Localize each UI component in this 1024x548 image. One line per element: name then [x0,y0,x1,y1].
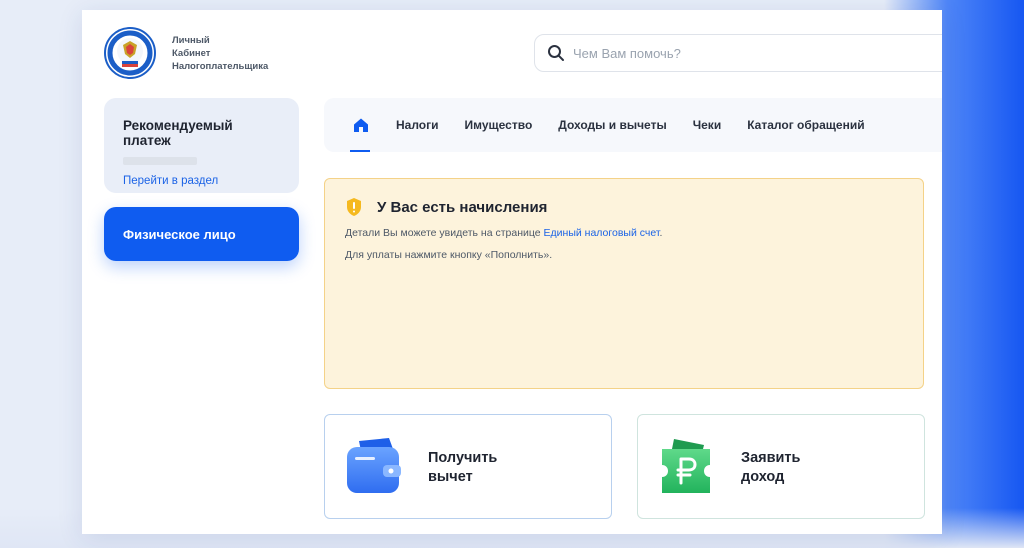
get-deduction-card[interactable]: Получить вычет [324,414,612,519]
wallet-icon [347,438,401,493]
alert-details-suffix: . [659,227,663,239]
declare-income-card[interactable]: Заявить доход [637,414,925,519]
nav-home-tab[interactable] [350,98,372,152]
brand-line-1: Личный [172,35,210,46]
ruble-ticket-icon [662,439,710,493]
cabinet-title[interactable]: Личный Кабинет Налогоплательщика [172,34,268,73]
single-tax-account-link[interactable]: Единый налоговый счет [544,227,660,239]
recommended-payment-card: Рекомендуемый платеж Перейти в раздел [104,98,299,193]
search-input[interactable] [573,45,893,61]
search-box[interactable] [534,34,942,72]
alert-details-text: Детали Вы можете увидеть на странице [345,227,544,239]
individual-person-button[interactable]: Физическое лицо [104,207,299,261]
main-nav: Налоги Имущество Доходы и вычеты Чеки Ка… [324,98,942,152]
nav-item-receipts[interactable]: Чеки [693,118,722,132]
home-icon [354,118,368,132]
alert-title: У Вас есть начисления [377,198,548,216]
search-icon [548,45,564,61]
alert-header: У Вас есть начисления [345,197,903,217]
declare-income-label: Заявить доход [741,449,851,487]
nav-item-appeals-catalog[interactable]: Каталог обращений [747,118,864,132]
alert-details-line: Детали Вы можете увидеть на странице Еди… [345,227,903,239]
get-deduction-line-1: Получить [428,450,498,466]
fns-emblem-logo[interactable] [104,27,156,79]
charges-alert: У Вас есть начисления Детали Вы можете у… [324,178,924,389]
nav-item-income-deductions[interactable]: Доходы и вычеты [558,118,666,132]
recommended-payment-title: Рекомендуемый платеж [123,118,233,148]
nav-item-property[interactable]: Имущество [465,118,533,132]
alert-payment-line: Для уплаты нажмите кнопку «Пополнить». [345,249,553,261]
amount-placeholder-bar [123,157,197,165]
brand-line-2: Кабинет [172,48,211,59]
brand-line-3: Налогоплательщика [172,61,269,72]
shield-warning-icon [347,198,361,216]
app-window: Личный Кабинет Налогоплательщика Рекомен… [82,10,942,534]
nav-item-taxes[interactable]: Налоги [396,118,439,132]
get-deduction-label: Получить вычет [428,449,538,487]
declare-income-line-1: Заявить [741,450,801,466]
get-deduction-line-2: вычет [428,469,473,485]
declare-income-line-2: доход [741,469,785,485]
go-to-section-link[interactable]: Перейти в раздел [123,175,280,187]
